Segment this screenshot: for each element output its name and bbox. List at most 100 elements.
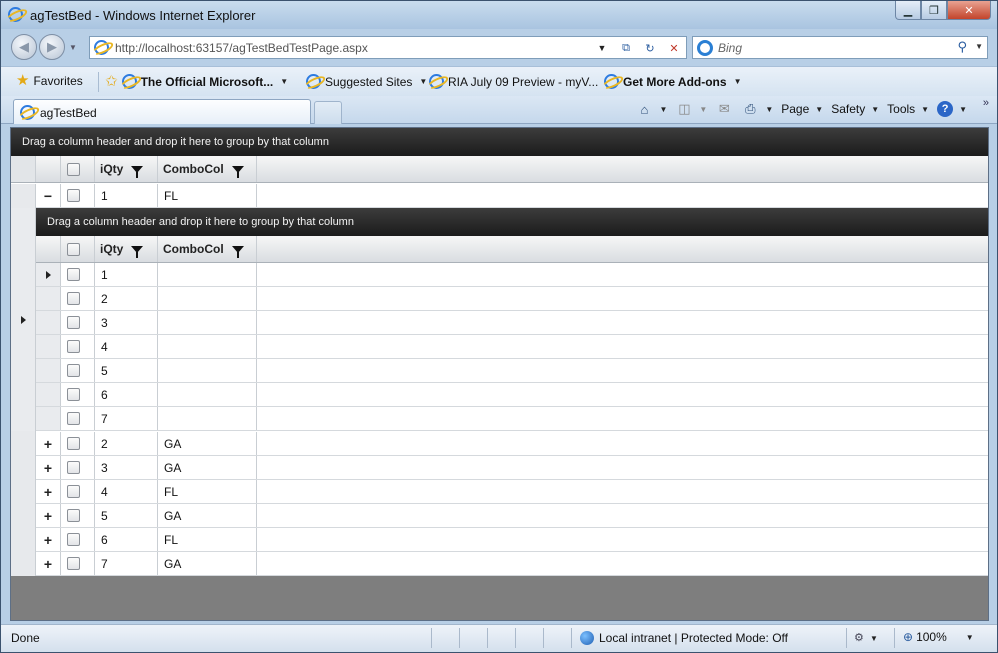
chevron-down-icon[interactable]: ▼ xyxy=(966,633,974,642)
expand-toggle[interactable]: + xyxy=(36,552,61,575)
table-row[interactable]: + 4 FL xyxy=(36,480,988,504)
table-row[interactable]: 3 xyxy=(36,311,988,335)
favorites-button[interactable]: ★ Favorites xyxy=(16,73,83,88)
cell-iqty[interactable]: 1 xyxy=(95,263,158,286)
search-box[interactable]: Bing ⚲ ▼ xyxy=(692,36,988,59)
help-button[interactable]: ? ▼ xyxy=(937,101,967,117)
column-header-combocol[interactable]: ComboCol xyxy=(158,236,257,262)
cell-iqty[interactable]: 6 xyxy=(95,528,158,551)
expand-toggle[interactable]: + xyxy=(36,456,61,479)
row-checkbox[interactable] xyxy=(67,340,80,353)
row-checkbox[interactable] xyxy=(67,268,80,281)
table-row[interactable]: 6 xyxy=(36,383,988,407)
mail-button[interactable]: ✉ xyxy=(715,101,733,117)
row-checkbox[interactable] xyxy=(67,364,80,377)
minimize-button[interactable]: ▁ xyxy=(895,1,921,20)
column-header-iqty[interactable]: iQty xyxy=(95,236,158,262)
filter-icon[interactable] xyxy=(131,165,144,178)
tab-agtestbed[interactable]: agTestBed xyxy=(13,99,311,124)
cell-combocol[interactable] xyxy=(158,287,257,310)
compatibility-view-icon[interactable]: ⧉ xyxy=(616,39,636,58)
table-row[interactable]: 5 xyxy=(36,359,988,383)
row-checkbox[interactable] xyxy=(67,509,80,522)
address-url[interactable]: http://localhost:63157/agTestBedTestPage… xyxy=(115,41,368,55)
cell-combocol[interactable]: FL xyxy=(158,528,257,551)
cell-iqty[interactable]: 3 xyxy=(95,456,158,479)
cell-combocol[interactable]: FL xyxy=(158,184,257,207)
search-input[interactable]: Bing xyxy=(718,41,742,55)
cell-iqty[interactable]: 5 xyxy=(95,359,158,382)
search-icon[interactable]: ⚲ xyxy=(957,39,967,55)
protected-mode-button[interactable]: ⚙ ▼ xyxy=(854,631,878,644)
print-button[interactable]: ⎙ ▼ xyxy=(741,101,773,117)
recent-pages-dropdown[interactable]: ▼ xyxy=(69,43,77,52)
more-commands-icon[interactable]: » xyxy=(983,97,989,109)
favorite-item-suggested-sites[interactable]: Suggested Sites ▼ xyxy=(306,74,427,89)
table-row[interactable]: 4 xyxy=(36,335,988,359)
zoom-control[interactable]: ⊕ 100% ▼ xyxy=(903,630,974,644)
table-row[interactable]: − 1 FL xyxy=(36,184,988,208)
security-zone[interactable]: Local intranet | Protected Mode: Off xyxy=(580,631,788,645)
stop-icon[interactable]: ✕ xyxy=(664,39,684,58)
column-header-iqty[interactable]: iQty xyxy=(95,156,158,182)
cell-combocol[interactable] xyxy=(158,383,257,406)
filter-icon[interactable] xyxy=(231,245,244,258)
cell-combocol[interactable]: FL xyxy=(158,480,257,503)
table-row[interactable]: 7 xyxy=(36,407,988,431)
favorite-item-addons[interactable]: Get More Add-ons ▼ xyxy=(604,74,741,89)
table-row[interactable]: 1 xyxy=(36,263,988,287)
table-row[interactable]: + 3 GA xyxy=(36,456,988,480)
cell-iqty[interactable]: 2 xyxy=(95,432,158,455)
home-button[interactable]: ⌂ ▼ xyxy=(635,101,668,117)
cell-iqty[interactable]: 5 xyxy=(95,504,158,527)
cell-iqty[interactable]: 7 xyxy=(95,407,158,430)
cell-combocol[interactable]: GA xyxy=(158,552,257,575)
filter-icon[interactable] xyxy=(231,165,244,178)
row-checkbox[interactable] xyxy=(67,557,80,570)
table-row[interactable]: + 6 FL xyxy=(36,528,988,552)
new-tab-button[interactable] xyxy=(314,101,342,124)
add-favorite-icon[interactable]: ✩ xyxy=(105,74,118,89)
row-checkbox[interactable] xyxy=(67,485,80,498)
cell-combocol[interactable]: GA xyxy=(158,504,257,527)
table-row[interactable]: 2 xyxy=(36,287,988,311)
refresh-icon[interactable]: ↻ xyxy=(640,39,660,58)
row-checkbox[interactable] xyxy=(67,388,80,401)
tools-menu[interactable]: Tools ▼ xyxy=(887,102,929,116)
forward-button[interactable]: ▶ xyxy=(39,34,65,60)
collapse-toggle[interactable]: − xyxy=(36,184,61,207)
cell-iqty[interactable]: 4 xyxy=(95,480,158,503)
table-row[interactable]: + 2 GA xyxy=(36,432,988,456)
row-checkbox[interactable] xyxy=(67,533,80,546)
favorite-item-microsoft[interactable]: ✩ The Official Microsoft... ▼ xyxy=(105,74,288,89)
group-panel[interactable]: Drag a column header and drop it here to… xyxy=(11,128,988,156)
expand-toggle[interactable]: + xyxy=(36,480,61,503)
cell-combocol[interactable]: GA xyxy=(158,432,257,455)
expand-toggle[interactable]: + xyxy=(36,528,61,551)
cell-combocol[interactable] xyxy=(158,311,257,334)
cell-combocol[interactable]: GA xyxy=(158,456,257,479)
cell-iqty[interactable]: 6 xyxy=(95,383,158,406)
select-all-checkbox[interactable] xyxy=(67,242,80,256)
safety-menu[interactable]: Safety ▼ xyxy=(831,102,879,116)
cell-iqty[interactable]: 7 xyxy=(95,552,158,575)
favorite-item-ria-preview[interactable]: RIA July 09 Preview - myV... xyxy=(429,74,598,89)
cell-iqty[interactable]: 2 xyxy=(95,287,158,310)
back-button[interactable]: ◀ xyxy=(11,34,37,60)
maximize-button[interactable]: ❐ xyxy=(921,1,947,20)
cell-combocol[interactable] xyxy=(158,359,257,382)
expand-toggle[interactable]: + xyxy=(36,432,61,455)
cell-iqty[interactable]: 3 xyxy=(95,311,158,334)
close-button[interactable]: ✕ xyxy=(947,1,991,20)
row-checkbox[interactable] xyxy=(67,292,80,305)
table-row[interactable]: + 5 GA xyxy=(36,504,988,528)
row-checkbox[interactable] xyxy=(67,189,80,202)
feeds-button[interactable]: ◫ ▼ xyxy=(675,101,707,117)
address-bar[interactable]: http://localhost:63157/agTestBedTestPage… xyxy=(89,36,687,59)
table-row[interactable]: + 7 GA xyxy=(36,552,988,576)
cell-iqty[interactable]: 1 xyxy=(95,184,158,207)
row-checkbox[interactable] xyxy=(67,412,80,425)
filter-icon[interactable] xyxy=(131,245,144,258)
cell-combocol[interactable] xyxy=(158,335,257,358)
detail-group-panel[interactable]: Drag a column header and drop it here to… xyxy=(36,208,988,236)
